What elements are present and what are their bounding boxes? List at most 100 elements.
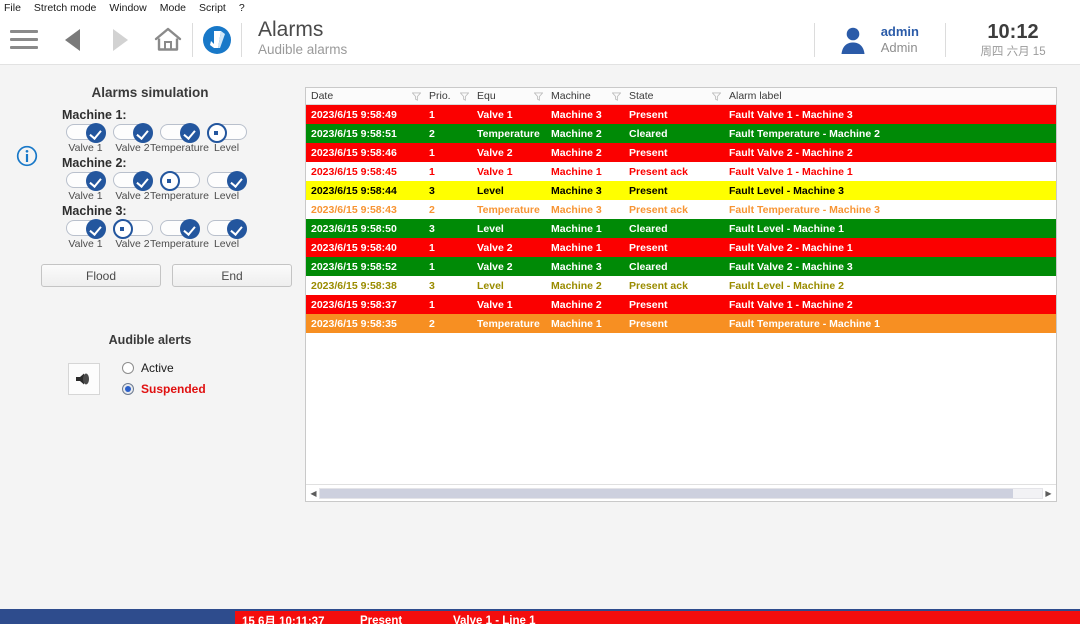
scrollbar-thumb[interactable] [320,489,1013,498]
user-names: admin Admin [881,24,919,55]
cell-state: Present [624,318,724,330]
switch-m3-temperature[interactable] [160,220,200,236]
speaker-mute-button[interactable] [68,363,100,395]
cell-alarm-label: Fault Level - Machine 3 [724,185,1056,197]
page-subtitle: Audible alarms [258,41,347,59]
table-row[interactable]: 2023/6/15 9:58:451Valve 1Machine 1Presen… [306,162,1056,181]
cell-prio: 1 [424,261,472,273]
toggle-m3-valve-2[interactable]: Valve 2 [109,220,156,250]
column-header-date[interactable]: Date [306,90,424,102]
table-row[interactable]: 2023/6/15 9:58:512TemperatureMachine 2Cl… [306,124,1056,143]
forward-button[interactable] [96,29,144,51]
column-header-state[interactable]: State [624,90,724,102]
table-row[interactable]: 2023/6/15 9:58:352TemperatureMachine 1Pr… [306,314,1056,333]
switch-m2-valve-2[interactable] [113,172,153,188]
scroll-left-arrow-icon[interactable]: ◀ [308,489,319,498]
flood-button[interactable]: Flood [41,264,161,287]
switch-m2-valve-1[interactable] [66,172,106,188]
toggle-m1-valve-1[interactable]: Valve 1 [62,124,109,154]
cell-equ: Valve 1 [472,166,546,178]
cell-date: 2023/6/15 9:58:45 [306,166,424,178]
toggle-m1-temperature[interactable]: Temperature [156,124,203,154]
column-label: Date [311,90,333,102]
funnel-filter-icon[interactable] [534,92,543,101]
bottom-banner: Panorama E2 Technical demo 15 6月 10:11:3… [0,609,1080,624]
table-row[interactable]: 2023/6/15 9:58:401Valve 2Machine 1Presen… [306,238,1056,257]
menu-item-file[interactable]: File [4,2,21,14]
toggle-label: Temperature [150,190,209,202]
funnel-filter-icon[interactable] [412,92,421,101]
column-header-prio[interactable]: Prio. [424,90,472,102]
switch-m1-temperature[interactable] [160,124,200,140]
toggle-label: Valve 1 [68,238,102,250]
switch-m1-valve-2[interactable] [113,124,153,140]
switch-m3-valve-1[interactable] [66,220,106,236]
table-row[interactable]: 2023/6/15 9:58:503LevelMachine 1ClearedF… [306,219,1056,238]
back-button[interactable] [48,29,96,51]
refresh-logo-button[interactable] [193,24,241,56]
cell-alarm-label: Fault Level - Machine 1 [724,223,1056,235]
toggle-label: Valve 2 [115,238,149,250]
toggle-label: Valve 2 [115,142,149,154]
scrollbar-track[interactable] [319,488,1043,499]
table-row[interactable]: 2023/6/15 9:58:432TemperatureMachine 3Pr… [306,200,1056,219]
switch-m2-temperature[interactable] [160,172,200,188]
menu-item-script[interactable]: Script [199,2,226,14]
switch-m3-level[interactable] [207,220,247,236]
simulation-panel: Alarms simulation Machine 1: Valve 1 Val… [0,85,300,396]
switch-m1-valve-1[interactable] [66,124,106,140]
funnel-filter-icon[interactable] [612,92,621,101]
cell-date: 2023/6/15 9:58:52 [306,261,424,273]
app-header: Alarms Audible alarms admin Admin 10:12 … [0,15,1080,65]
scroll-right-arrow-icon[interactable]: ▶ [1043,489,1054,498]
horizontal-scrollbar[interactable]: ◀ ▶ [306,484,1056,501]
clock-time: 10:12 [946,21,1080,43]
cell-state: Present ack [624,280,724,292]
switch-m1-level[interactable] [207,124,247,140]
radio-option-active[interactable]: Active [122,361,206,375]
toggle-m1-valve-2[interactable]: Valve 2 [109,124,156,154]
toggle-m3-temperature[interactable]: Temperature [156,220,203,250]
column-header-equ[interactable]: Equ [472,90,546,102]
column-header-machine[interactable]: Machine [546,90,624,102]
toggle-m3-valve-1[interactable]: Valve 1 [62,220,109,250]
toggle-label: Level [214,142,239,154]
cell-equ: Level [472,223,546,235]
menu-item-window[interactable]: Window [109,2,146,14]
menu-item-help[interactable]: ? [239,2,245,14]
application-menubar: File Stretch mode Window Mode Script ? [0,0,1080,15]
banner-row[interactable]: 15 6月 10:11:37PresentValve 1 - Line 1 [235,611,1080,624]
funnel-filter-icon[interactable] [712,92,721,101]
home-button[interactable] [144,26,192,53]
table-row[interactable]: 2023/6/15 9:58:521Valve 2Machine 3Cleare… [306,257,1056,276]
toggle-m2-valve-2[interactable]: Valve 2 [109,172,156,202]
cell-machine: Machine 3 [546,261,624,273]
banner-cell-state: Present [360,615,453,624]
column-header-alarm-label[interactable]: Alarm label [724,90,1056,102]
column-label: State [629,90,654,102]
menu-item-mode[interactable]: Mode [160,2,186,14]
menu-toggle-button[interactable] [0,30,48,49]
menu-item-stretch-mode[interactable]: Stretch mode [34,2,96,14]
main-content-area: Alarms simulation Machine 1: Valve 1 Val… [0,65,1080,545]
table-row[interactable]: 2023/6/15 9:58:371Valve 1Machine 2Presen… [306,295,1056,314]
table-row[interactable]: 2023/6/15 9:58:443LevelMachine 3PresentF… [306,181,1056,200]
table-row[interactable]: 2023/6/15 9:58:383LevelMachine 2Present … [306,276,1056,295]
table-row[interactable]: 2023/6/15 9:58:461Valve 2Machine 2Presen… [306,143,1056,162]
switch-m3-valve-2[interactable] [113,220,153,236]
cell-machine: Machine 2 [546,128,624,140]
cell-state: Cleared [624,261,724,273]
toggle-m2-temperature[interactable]: Temperature [156,172,203,202]
radio-option-suspended[interactable]: Suspended [122,382,206,396]
table-row[interactable]: 2023/6/15 9:58:491Valve 1Machine 3Presen… [306,105,1056,124]
funnel-filter-icon[interactable] [460,92,469,101]
toggle-label: Temperature [150,238,209,250]
toggle-m2-level[interactable]: Level [203,172,250,202]
cell-date: 2023/6/15 9:58:46 [306,147,424,159]
switch-m2-level[interactable] [207,172,247,188]
toggle-m1-level[interactable]: Level [203,124,250,154]
end-button[interactable]: End [172,264,292,287]
user-account-block[interactable]: admin Admin [815,24,945,56]
toggle-m2-valve-1[interactable]: Valve 1 [62,172,109,202]
toggle-m3-level[interactable]: Level [203,220,250,250]
